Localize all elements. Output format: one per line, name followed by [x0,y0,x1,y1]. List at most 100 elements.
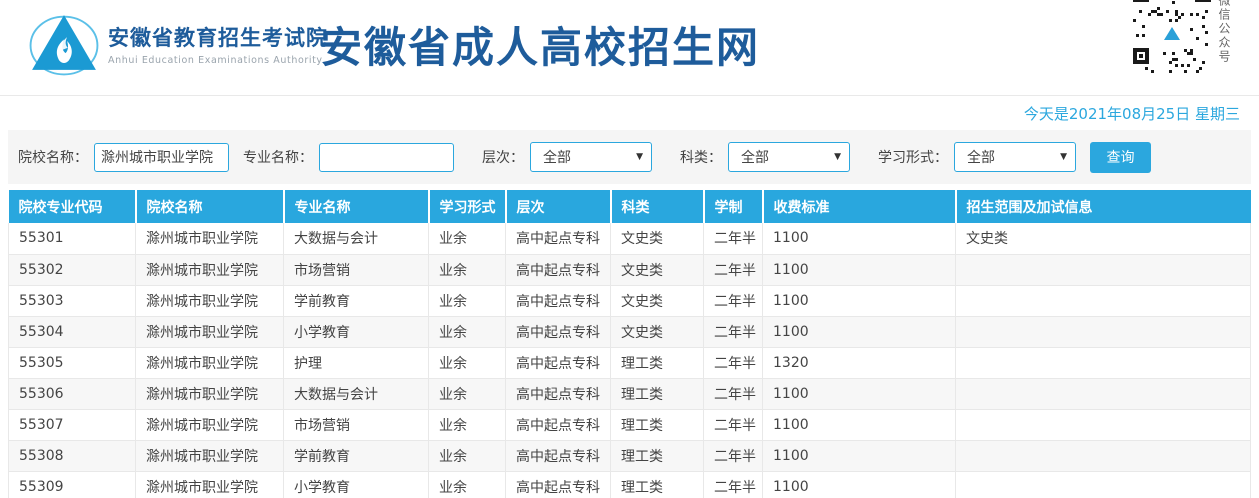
results-table-wrap: 院校专业代码院校名称专业名称学习形式层次科类学制收费标准招生范围及加试信息 55… [8,190,1251,498]
table-cell: 二年半 [704,223,763,254]
table-cell: 1100 [763,316,956,347]
table-cell: 1100 [763,440,956,471]
table-cell [956,347,1251,378]
table-cell: 二年半 [704,285,763,316]
table-cell: 大数据与会计 [284,223,429,254]
table-cell: 滁州城市职业学院 [136,316,284,347]
table-cell: 二年半 [704,254,763,285]
table-cell: 业余 [429,440,506,471]
table-row: 55308滁州城市职业学院学前教育业余高中起点专科理工类二年半1100 [9,440,1251,471]
table-cell: 高中起点专科 [506,254,611,285]
table-row: 55306滁州城市职业学院大数据与会计业余高中起点专科理工类二年半1100 [9,378,1251,409]
table-cell: 小学教育 [284,316,429,347]
column-header: 学习形式 [429,190,506,223]
table-cell: 高中起点专科 [506,378,611,409]
logo-icon [26,6,102,82]
table-cell: 大数据与会计 [284,378,429,409]
table-cell: 滁州城市职业学院 [136,440,284,471]
table-cell: 55309 [9,471,136,498]
table-cell: 业余 [429,285,506,316]
table-cell: 业余 [429,378,506,409]
category-select[interactable]: 全部 ▼ [728,142,850,172]
chevron-down-icon: ▼ [1060,152,1067,162]
table-cell: 文史类 [611,316,704,347]
major-name-input[interactable] [319,143,454,172]
table-cell: 业余 [429,471,506,498]
table-cell: 市场营销 [284,254,429,285]
table-cell: 高中起点专科 [506,223,611,254]
table-cell [956,254,1251,285]
table-cell [956,409,1251,440]
table-cell: 1100 [763,409,956,440]
table-cell: 滁州城市职业学院 [136,347,284,378]
category-select-value: 全部 [741,147,769,167]
table-row: 55302滁州城市职业学院市场营销业余高中起点专科文史类二年半1100 [9,254,1251,285]
column-header: 层次 [506,190,611,223]
category-label: 科类： [680,147,722,167]
table-row: 55304滁州城市职业学院小学教育业余高中起点专科文史类二年半1100 [9,316,1251,347]
table-cell [956,316,1251,347]
table-cell: 护理 [284,347,429,378]
table-cell: 55303 [9,285,136,316]
level-select-value: 全部 [543,147,571,167]
column-header: 院校名称 [136,190,284,223]
qr-code [1133,0,1211,76]
table-row: 55309滁州城市职业学院小学教育业余高中起点专科理工类二年半1100 [9,471,1251,498]
table-row: 55301滁州城市职业学院大数据与会计业余高中起点专科文史类二年半1100文史类 [9,223,1251,254]
table-cell: 业余 [429,347,506,378]
qr-center-logo-icon [1161,22,1183,44]
table-row: 55303滁州城市职业学院学前教育业余高中起点专科文史类二年半1100 [9,285,1251,316]
chevron-down-icon: ▼ [636,152,643,162]
table-cell: 理工类 [611,378,704,409]
table-cell: 滁州城市职业学院 [136,409,284,440]
results-table: 院校专业代码院校名称专业名称学习形式层次科类学制收费标准招生范围及加试信息 55… [8,190,1251,498]
study-form-select[interactable]: 全部 ▼ [954,142,1076,172]
org-name: 安徽省教育招生考试院 [108,22,328,52]
date-bar: 今天是2021年08月25日 星期三 [0,96,1259,128]
table-cell: 文史类 [956,223,1251,254]
table-cell: 55302 [9,254,136,285]
level-select[interactable]: 全部 ▼ [530,142,652,172]
table-cell: 高中起点专科 [506,347,611,378]
table-cell: 理工类 [611,409,704,440]
table-cell: 滁州城市职业学院 [136,223,284,254]
table-cell: 高中起点专科 [506,409,611,440]
table-cell: 小学教育 [284,471,429,498]
table-cell: 55308 [9,440,136,471]
table-cell: 1100 [763,471,956,498]
table-cell: 学前教育 [284,285,429,316]
table-cell [956,440,1251,471]
table-cell [956,285,1251,316]
table-cell: 二年半 [704,409,763,440]
table-cell: 高中起点专科 [506,285,611,316]
org-name-en: Anhui Education Examinations Authority [108,55,328,66]
table-row: 55305滁州城市职业学院护理业余高中起点专科理工类二年半1320 [9,347,1251,378]
table-cell: 高中起点专科 [506,316,611,347]
table-cell: 理工类 [611,440,704,471]
major-name-label: 专业名称： [243,147,313,167]
search-button[interactable]: 查询 [1090,142,1151,173]
table-cell: 滁州城市职业学院 [136,471,284,498]
school-name-input[interactable] [94,143,229,172]
table-cell: 55307 [9,409,136,440]
table-cell: 55301 [9,223,136,254]
table-cell: 业余 [429,409,506,440]
table-cell: 二年半 [704,316,763,347]
table-cell: 55304 [9,316,136,347]
column-header: 院校专业代码 [9,190,136,223]
table-cell: 市场营销 [284,409,429,440]
table-cell: 1100 [763,254,956,285]
column-header: 招生范围及加试信息 [956,190,1251,223]
table-cell [956,378,1251,409]
study-form-label: 学习形式： [878,147,948,167]
column-header: 科类 [611,190,704,223]
table-cell: 1100 [763,285,956,316]
qr-caption: 微信公众号 [1216,0,1233,96]
table-cell: 二年半 [704,378,763,409]
table-cell: 1320 [763,347,956,378]
column-header: 学制 [704,190,763,223]
site-logo: 安徽省教育招生考试院 Anhui Education Examinations … [26,6,328,82]
table-cell: 文史类 [611,285,704,316]
filter-panel: 院校名称： 专业名称： 层次： 全部 ▼ 科类： 全部 ▼ 学习形式： 全部 ▼… [8,130,1251,184]
table-cell: 业余 [429,316,506,347]
